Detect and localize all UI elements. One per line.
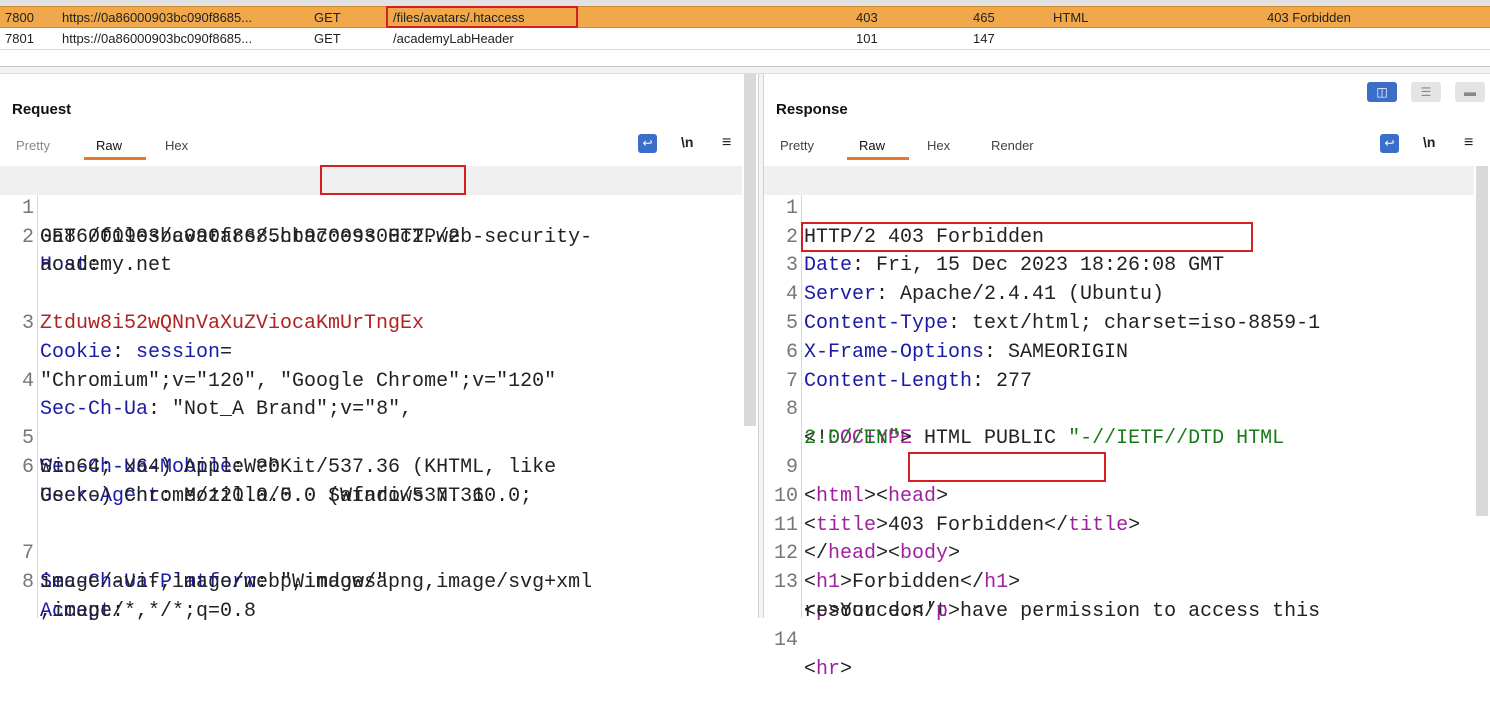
code-line: ,image/*,*/*;q=0.8	[0, 598, 758, 627]
response-pane: Response ◫ ☰ ▬ Pretty Raw Hex Render ↩ \…	[764, 74, 1490, 618]
code-line: 5 X-Frame-Options: SAMEORIGIN	[764, 281, 1490, 310]
row-status: 403	[856, 10, 878, 25]
code-line: 8 <!DOCTYPE HTML PUBLIC "-//IETF//DTD HT…	[764, 368, 1490, 397]
row-number: 7801	[5, 31, 34, 46]
tab-pretty[interactable]: Pretty	[16, 138, 50, 153]
row-url: /academyLabHeader	[393, 31, 514, 46]
tab-raw[interactable]: Raw	[859, 138, 885, 153]
code-line: 6 User-Agent: Mozilla/5.0 (Windows NT 10…	[0, 425, 758, 454]
active-tab-underline	[84, 157, 146, 160]
code-line: 2 Host:	[0, 195, 758, 224]
code-line: 7 Sec-Ch-Ua-Platform: "Windows"	[0, 512, 758, 541]
row-host: https://0a86000903bc090f8685...	[62, 31, 252, 46]
code-line: 13 <p>You don't have permission to acces…	[764, 540, 1490, 569]
request-scrollbar[interactable]	[744, 74, 756, 426]
code-line: "Chromium";v="120", "Google Chrome";v="1…	[0, 368, 758, 397]
row-host: https://0a86000903bc090f8685...	[62, 10, 252, 25]
row-method: GET	[314, 10, 341, 25]
code-line: Ztduw8i52wQNnVaXuZViocaKmUrTngEx	[0, 310, 758, 339]
highlight-box	[386, 6, 578, 28]
code-line: academy.net	[0, 252, 758, 281]
row-method: GET	[314, 31, 341, 46]
active-tab-underline	[847, 157, 909, 160]
request-editor[interactable]: 1 GET /files/avatars/.htaccess HTTP/2 2 …	[0, 166, 758, 618]
code-line: 7	[764, 339, 1490, 368]
code-line: 3 Server: Apache/2.4.41 (Ubuntu)	[764, 224, 1490, 253]
tab-raw[interactable]: Raw	[96, 138, 122, 153]
request-title: Request	[12, 101, 71, 118]
code-line: 12 <h1>Forbidden</h1>	[764, 512, 1490, 541]
table-row[interactable]: 7800 https://0a86000903bc090f8685... GET…	[0, 6, 1490, 28]
row-title: 403 Forbidden	[1267, 10, 1351, 25]
word-wrap-icon[interactable]: ↩	[1380, 134, 1399, 153]
menu-icon[interactable]: ≡	[1464, 134, 1473, 152]
menu-icon[interactable]: ≡	[722, 134, 731, 152]
proxy-history-table: 7800 https://0a86000903bc090f8685... GET…	[0, 6, 1490, 50]
code-line: 8 Accept:	[0, 540, 758, 569]
tab-render[interactable]: Render	[991, 138, 1034, 153]
layout-toggle: ◫ ☰ ▬	[1367, 82, 1485, 104]
single-pane-layout-icon[interactable]: ▬	[1455, 82, 1485, 102]
code-line: 11 </head><body>	[764, 483, 1490, 512]
response-scrollbar[interactable]	[1476, 166, 1488, 516]
response-title: Response	[776, 101, 848, 118]
response-editor[interactable]: 1 HTTP/2 403 Forbidden 2 Date: Fri, 15 D…	[764, 166, 1490, 618]
code-line: 3 Cookie: session=	[0, 281, 758, 310]
request-toolbar: ↩ \n ≡	[638, 134, 748, 156]
tab-hex[interactable]: Hex	[165, 138, 188, 153]
request-pane: Request Pretty Raw Hex ↩ \n ≡ 1 GET /fil…	[0, 74, 758, 618]
code-line: resource.</p>	[764, 569, 1490, 598]
code-line: 2 Date: Fri, 15 Dec 2023 18:26:08 GMT	[764, 195, 1490, 224]
code-line: 9 <html><head>	[764, 425, 1490, 454]
newline-icon[interactable]: \n	[681, 134, 693, 150]
code-line: 10 <title>403 Forbidden</title>	[764, 454, 1490, 483]
word-wrap-icon[interactable]: ↩	[638, 134, 657, 153]
request-tabs: Pretty Raw Hex	[16, 136, 216, 160]
code-line: Gecko) Chrome/120.0.0.0 Safari/537.36	[0, 483, 758, 512]
row-mime: HTML	[1053, 10, 1088, 25]
code-line: image/avif,image/webp,image/apng,image/s…	[0, 569, 758, 598]
response-toolbar: ↩ \n ≡	[1380, 134, 1490, 156]
row-status: 101	[856, 31, 878, 46]
row-length: 465	[973, 10, 995, 25]
tab-hex[interactable]: Hex	[927, 138, 950, 153]
code-line: 6 Content-Length: 277	[764, 310, 1490, 339]
code-line: 1 HTTP/2 403 Forbidden	[764, 166, 1474, 195]
side-by-side-layout-icon[interactable]: ◫	[1367, 82, 1397, 102]
row-length: 147	[973, 31, 995, 46]
code-line: 4 Sec-Ch-Ua: "Not_A Brand";v="8",	[0, 339, 758, 368]
code-line: Win64; x64) AppleWebKit/537.36 (KHTML, l…	[0, 454, 758, 483]
response-tabs: Pretty Raw Hex Render	[780, 136, 1080, 160]
code-line: 5 Sec-Ch-Ua-Mobile: ?0	[0, 396, 758, 425]
table-row[interactable]: 7801 https://0a86000903bc090f8685... GET…	[0, 28, 1490, 50]
pane-resize-handle[interactable]	[0, 66, 1490, 74]
code-line: 4 Content-Type: text/html; charset=iso-8…	[764, 252, 1490, 281]
code-line: 14 <hr>	[764, 598, 1490, 627]
code-line: 0a86000903bc090f8685cb97009300c2.web-sec…	[0, 224, 758, 253]
code-line: 2.0//EN">	[764, 396, 1490, 425]
tab-pretty[interactable]: Pretty	[780, 138, 814, 153]
newline-icon[interactable]: \n	[1423, 134, 1435, 150]
stacked-layout-icon[interactable]: ☰	[1411, 82, 1441, 102]
row-number: 7800	[5, 10, 34, 25]
code-line: 1 GET /files/avatars/.htaccess HTTP/2	[0, 166, 742, 195]
